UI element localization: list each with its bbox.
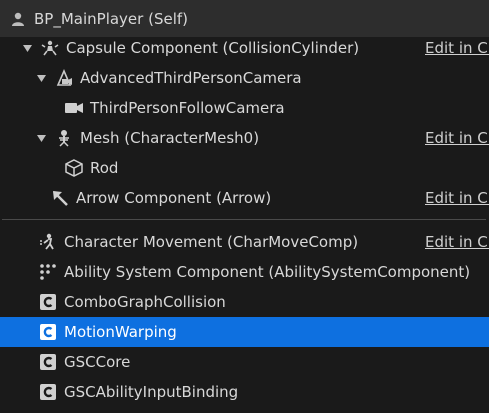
expand-arrow-icon[interactable] bbox=[37, 134, 46, 143]
skeleton-icon bbox=[54, 128, 74, 148]
component-row-mesh[interactable]: Mesh (CharacterMesh0) Edit in C++ bbox=[0, 123, 489, 153]
component-row-rod[interactable]: Rod bbox=[0, 153, 489, 183]
component-label: GSCAbilityInputBinding bbox=[64, 383, 239, 401]
divider bbox=[2, 219, 486, 220]
component-icon bbox=[38, 292, 58, 312]
edit-in-cpp-link[interactable]: Edit in C++ bbox=[425, 189, 489, 207]
arrow-icon bbox=[50, 188, 70, 208]
component-label: Rod bbox=[90, 159, 119, 177]
component-row-ability-system[interactable]: Ability System Component (AbilitySystemC… bbox=[0, 257, 489, 287]
component-row-motion-warping[interactable]: MotionWarping bbox=[0, 317, 489, 347]
component-row-gsc-core[interactable]: GSCCore bbox=[0, 347, 489, 377]
static-mesh-icon bbox=[64, 158, 84, 178]
component-icon bbox=[38, 322, 58, 342]
component-label: Character Movement (CharMoveComp) bbox=[64, 233, 359, 251]
component-label: ComboGraphCollision bbox=[64, 293, 226, 311]
component-label: GSCCore bbox=[64, 353, 131, 371]
component-row-follow-camera[interactable]: ThirdPersonFollowCamera bbox=[0, 93, 489, 123]
component-icon bbox=[38, 382, 58, 402]
component-icon bbox=[38, 352, 58, 372]
component-row-combo-graph[interactable]: ComboGraphCollision bbox=[0, 287, 489, 317]
capsule-icon bbox=[40, 38, 60, 58]
dots-icon bbox=[38, 262, 58, 282]
component-row-gsc-input-binding[interactable]: GSCAbilityInputBinding bbox=[0, 377, 489, 407]
component-label: Capsule Component (CollisionCylinder) bbox=[66, 39, 360, 57]
root-component-label: BP_MainPlayer (Self) bbox=[34, 9, 188, 28]
character-movement-icon bbox=[38, 232, 58, 252]
component-row-camera-rig[interactable]: AdvancedThirdPersonCamera bbox=[0, 63, 489, 93]
component-label: Mesh (CharacterMesh0) bbox=[80, 129, 260, 147]
edit-in-cpp-link[interactable]: Edit in C++ bbox=[425, 39, 489, 57]
edit-in-cpp-link[interactable]: Edit in C++ bbox=[425, 233, 489, 251]
expand-arrow-icon[interactable] bbox=[23, 44, 32, 53]
edit-in-cpp-link[interactable]: Edit in C++ bbox=[425, 129, 489, 147]
camera-rig-icon bbox=[54, 68, 74, 88]
component-label: Arrow Component (Arrow) bbox=[76, 189, 272, 207]
camera-icon bbox=[64, 98, 84, 118]
component-label: ThirdPersonFollowCamera bbox=[90, 99, 285, 117]
component-label: MotionWarping bbox=[64, 323, 177, 341]
component-row-capsule[interactable]: Capsule Component (CollisionCylinder) Ed… bbox=[0, 33, 489, 63]
components-panel: BP_MainPlayer (Self) Capsule Component (… bbox=[0, 0, 489, 413]
component-label: Ability System Component (AbilitySystemC… bbox=[64, 263, 471, 281]
expand-arrow-icon[interactable] bbox=[37, 74, 46, 83]
root-component-row[interactable]: BP_MainPlayer (Self) bbox=[0, 0, 489, 37]
component-row-character-movement[interactable]: Character Movement (CharMoveComp) Edit i… bbox=[0, 227, 489, 257]
component-label: AdvancedThirdPersonCamera bbox=[80, 69, 302, 87]
person-icon bbox=[8, 9, 28, 29]
component-row-arrow[interactable]: Arrow Component (Arrow) Edit in C++ bbox=[0, 183, 489, 213]
